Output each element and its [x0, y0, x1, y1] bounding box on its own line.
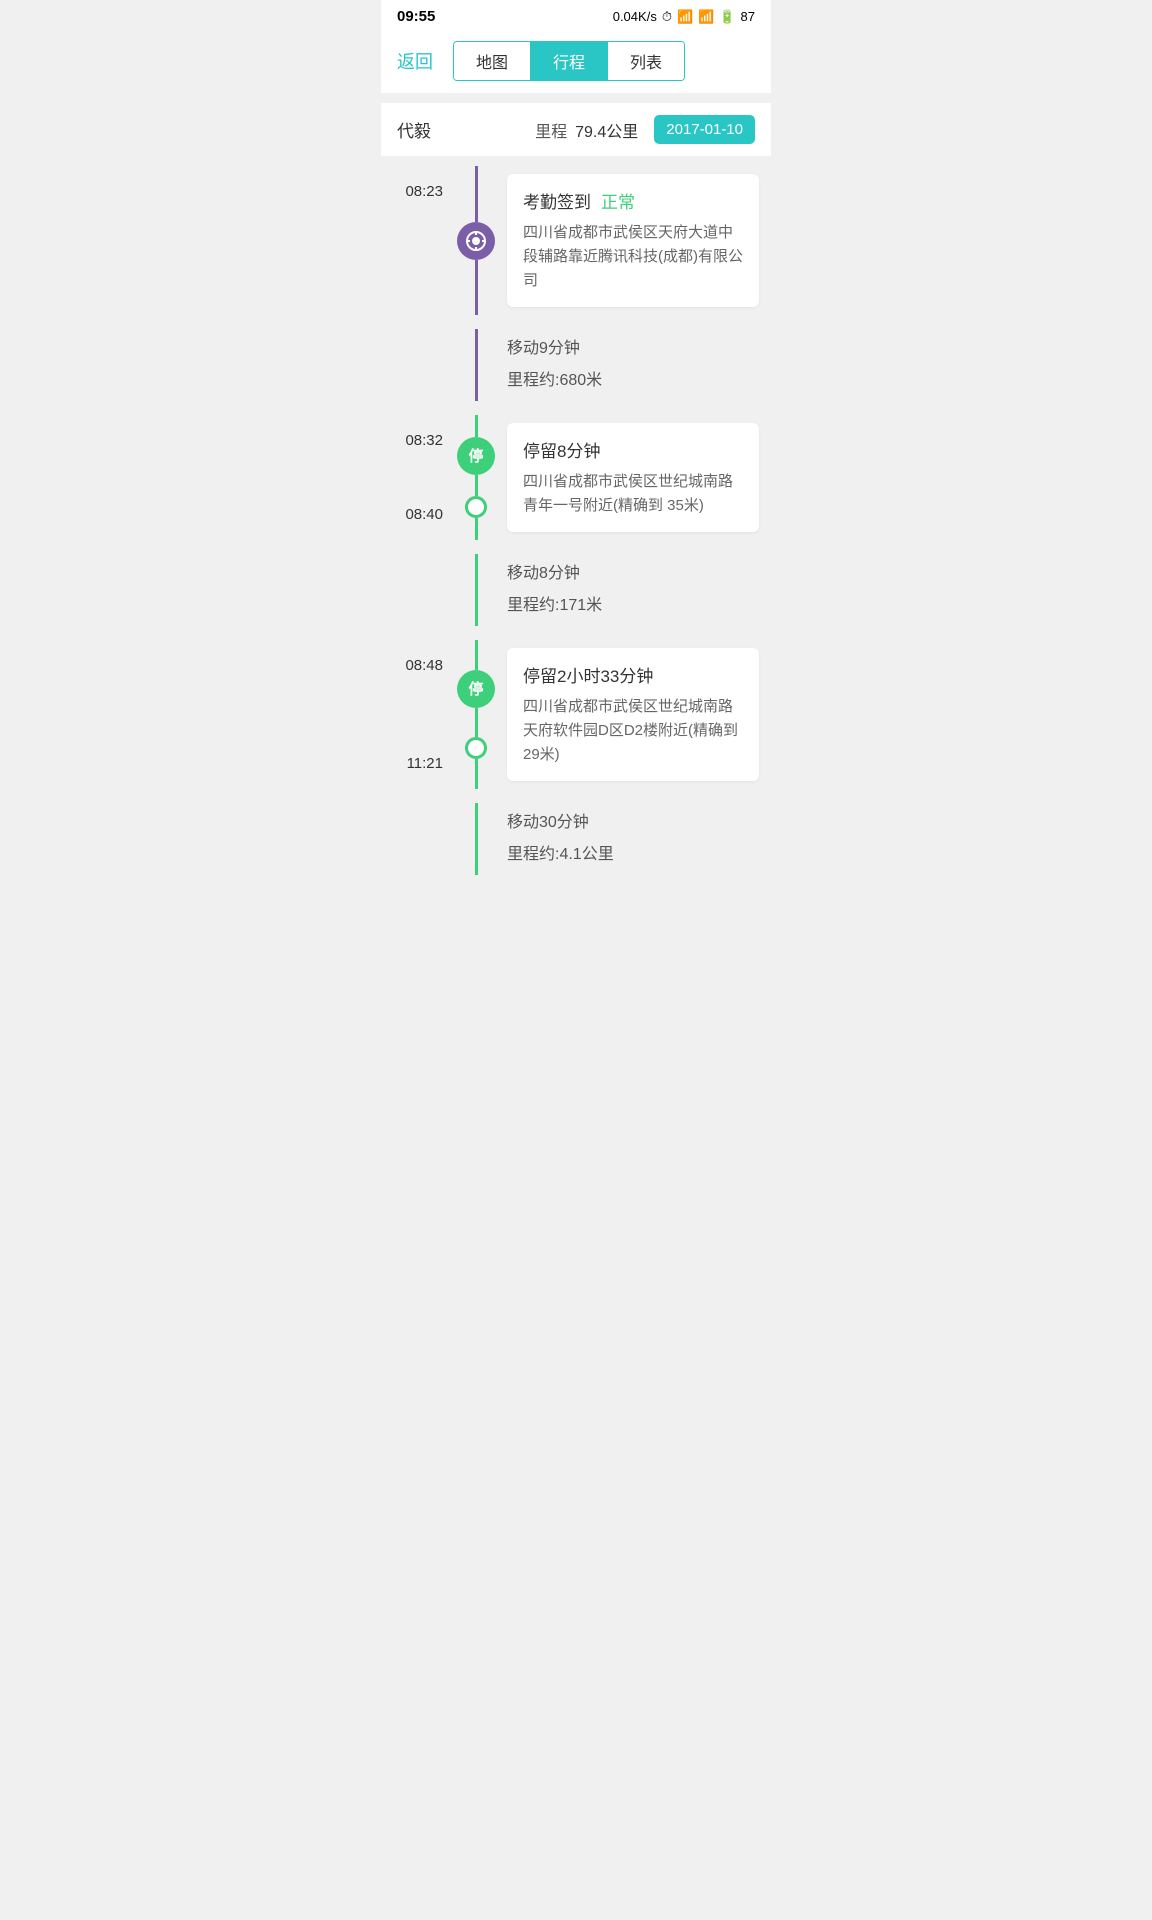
battery-level: 87: [741, 9, 755, 24]
event-address-1: 四川省成都市武侯区天府大道中段辅路靠近腾讯科技(成都)有限公司: [523, 221, 743, 293]
card-col-2: 停留8分钟 四川省成都市武侯区世纪城南路青年一号附近(精确到 35米): [501, 415, 771, 540]
stem-col-3: 停: [451, 640, 501, 789]
event-card-1: 考勤签到 正常 四川省成都市武侯区天府大道中段辅路靠近腾讯科技(成都)有限公司: [507, 174, 759, 307]
stem-col-2: 停: [451, 415, 501, 540]
stem-col-1: [451, 166, 501, 315]
event-card-3: 停留2小时33分钟 四川省成都市武侯区世纪城南路天府软件园D区D2楼附近(精确到…: [507, 648, 759, 781]
tab-list[interactable]: 列表: [607, 42, 684, 80]
move-mileage-1: 里程约:680米: [507, 365, 759, 397]
header: 返回 地图 行程 列表: [381, 33, 771, 93]
event-time-1: 08:23: [405, 166, 443, 199]
tab-group: 地图 行程 列表: [453, 41, 685, 81]
node-2: 停: [457, 437, 495, 475]
node-1: [457, 222, 495, 260]
network-speed: 0.04K/s: [613, 9, 657, 24]
time-col-3: 08:48 11:21: [381, 640, 451, 789]
battery-icon: 🔋: [719, 9, 735, 25]
move-segment-1: 移动9分钟 里程约:680米: [381, 315, 771, 415]
event-row-2: 08:32 08:40 停 停留8分钟 四川省成都市武侯区世纪城南路青年一号附近…: [381, 415, 771, 540]
status-right: 0.04K/s ⏱ 📶 📶 🔋 87: [613, 9, 755, 25]
node-small-2: [465, 496, 487, 518]
driver-name: 代毅: [397, 117, 535, 142]
card-col-3: 停留2小时33分钟 四川省成都市武侯区世纪城南路天府软件园D区D2楼附近(精确到…: [501, 640, 771, 789]
move-mileage-2: 里程约:171米: [507, 590, 759, 622]
event-title-3: 停留2小时33分钟: [523, 662, 743, 687]
event-address-2: 四川省成都市武侯区世纪城南路青年一号附近(精确到 35米): [523, 470, 743, 518]
move-stem-col-2: [451, 554, 501, 626]
move-duration-1: 移动9分钟: [507, 333, 759, 365]
move-segment-3: 移动30分钟 里程约:4.1公里: [381, 789, 771, 889]
clock-icon: ⏱: [662, 9, 672, 25]
move-duration-3: 移动30分钟: [507, 807, 759, 839]
date-badge: 2017-01-10: [654, 115, 755, 144]
back-button[interactable]: 返回: [397, 48, 433, 74]
tab-map[interactable]: 地图: [454, 42, 530, 80]
event-title-2: 停留8分钟: [523, 437, 743, 462]
info-row: 代毅 里程 79.4公里 2017-01-10: [381, 103, 771, 156]
status-time: 09:55: [397, 8, 435, 25]
move-stem-col-3: [451, 803, 501, 875]
move-card-col-2: 移动8分钟 里程约:171米: [501, 554, 771, 626]
signal-icon: 📶: [698, 9, 714, 25]
time-col-1: 08:23: [381, 166, 451, 315]
event-card-2: 停留8分钟 四川省成都市武侯区世纪城南路青年一号附近(精确到 35米): [507, 423, 759, 532]
mileage-label: 里程: [535, 118, 567, 142]
timeline: 08:23 考勤签到 正常 四: [381, 156, 771, 899]
node-3: 停: [457, 670, 495, 708]
move-mileage-3: 里程约:4.1公里: [507, 839, 759, 871]
event-row-3: 08:48 11:21 停 停留2小时33分钟 四川省成都市武侯区世纪城南路天府…: [381, 640, 771, 789]
move-time-col-1: [381, 329, 451, 401]
event-address-3: 四川省成都市武侯区世纪城南路天府软件园D区D2楼附近(精确到 29米): [523, 695, 743, 767]
status-bar: 09:55 0.04K/s ⏱ 📶 📶 🔋 87: [381, 0, 771, 33]
event-time-bottom-2: 08:40: [405, 507, 443, 540]
wifi-icon: 📶: [677, 9, 693, 25]
event-time-bottom-3: 11:21: [407, 756, 443, 789]
event-row-1: 08:23 考勤签到 正常 四: [381, 166, 771, 315]
move-duration-2: 移动8分钟: [507, 558, 759, 590]
time-col-2: 08:32 08:40: [381, 415, 451, 540]
move-stem-col-1: [451, 329, 501, 401]
node-small-3: [465, 737, 487, 759]
move-card-col-1: 移动9分钟 里程约:680米: [501, 329, 771, 401]
move-time-col-3: [381, 803, 451, 875]
move-segment-2: 移动8分钟 里程约:171米: [381, 540, 771, 640]
move-time-col-2: [381, 554, 451, 626]
event-title-1: 考勤签到 正常: [523, 188, 743, 213]
tab-trip[interactable]: 行程: [530, 42, 607, 80]
card-col-1: 考勤签到 正常 四川省成都市武侯区天府大道中段辅路靠近腾讯科技(成都)有限公司: [501, 166, 771, 315]
move-card-col-3: 移动30分钟 里程约:4.1公里: [501, 803, 771, 875]
event-time-top-3: 08:48: [405, 640, 443, 673]
status-badge-1: 正常: [601, 188, 635, 213]
event-time-top-2: 08:32: [405, 415, 443, 448]
mileage-value: 79.4公里: [575, 118, 638, 142]
